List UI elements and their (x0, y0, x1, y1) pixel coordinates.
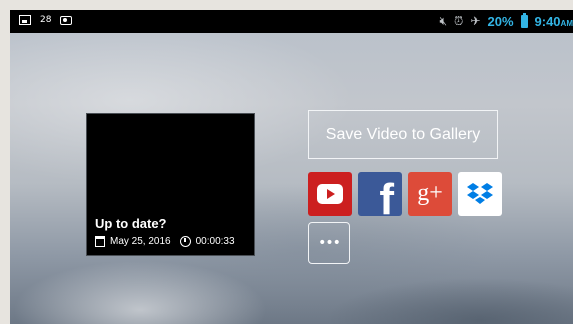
video-thumbnail[interactable]: Up to date? May 25, 2016 00:00:33 (86, 113, 255, 256)
dropbox-share-button[interactable] (458, 172, 502, 216)
youtube-icon (317, 184, 343, 204)
video-duration: 00:00:33 (195, 236, 235, 247)
save-to-gallery-button[interactable]: Save Video to Gallery (308, 110, 498, 159)
clock: 9:40AM (535, 14, 573, 29)
google-plus-icon: g+ (417, 180, 443, 206)
youtube-share-button[interactable] (308, 172, 352, 216)
clock-time: 9:40 (534, 13, 561, 29)
status-right-icons: 🔇︎ ⏰︎ ✈︎ 20% 9:40AM (439, 12, 573, 29)
battery-percent: 20% (487, 13, 514, 29)
clock-ampm: AM (560, 18, 573, 28)
image-notification-icon (19, 15, 31, 25)
airplane-icon: ✈︎ (470, 14, 481, 28)
facebook-share-button[interactable]: f (358, 172, 402, 216)
status-bar: 28 🔇︎ ⏰︎ ✈︎ 20% 9:40AM (10, 10, 573, 33)
google-plus-share-button[interactable]: g+ (408, 172, 452, 216)
timer-icon (179, 236, 191, 247)
video-date: May 25, 2016 (110, 236, 171, 247)
dropbox-icon (467, 183, 493, 204)
alarm-icon: ⏰︎ (454, 14, 464, 28)
facebook-icon: f (379, 175, 394, 217)
more-share-options-button[interactable]: ••• (308, 222, 350, 264)
status-left-icons: 28 (19, 15, 73, 25)
calendar-icon (95, 236, 105, 247)
video-title: Up to date? (95, 216, 167, 231)
device-screen: 28 🔇︎ ⏰︎ ✈︎ 20% 9:40AM Up to date? May 2… (10, 10, 573, 324)
notification-count: 28 (40, 15, 52, 25)
video-meta: May 25, 2016 00:00:33 (95, 236, 235, 247)
mute-icon: 🔇︎ (439, 14, 448, 28)
battery-icon (520, 12, 528, 28)
camera-notification-icon (60, 15, 73, 25)
share-buttons: f g+ (308, 172, 502, 216)
